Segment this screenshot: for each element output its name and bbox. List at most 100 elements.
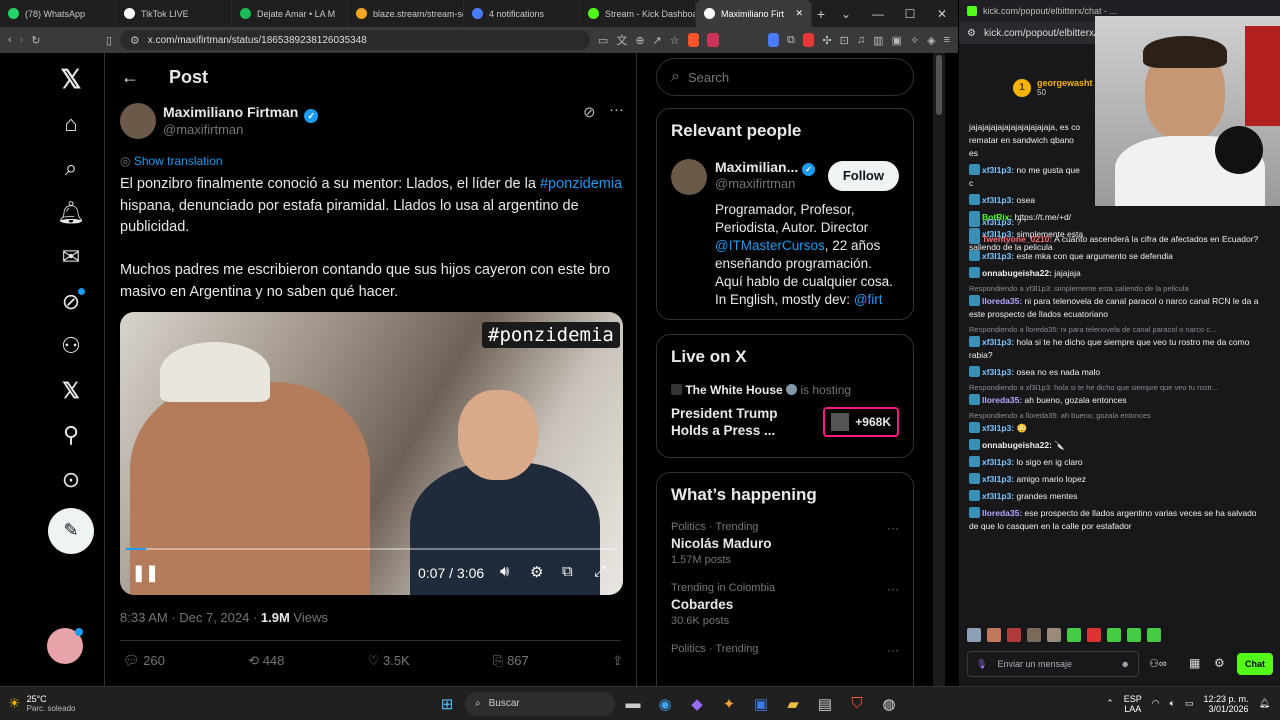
sidebar-icon[interactable]: ▥ [873,34,883,47]
compose-post-button[interactable]: ✎ [48,507,94,554]
speaker-icon[interactable]: 🔈︎ [1170,698,1175,709]
cast-icon[interactable]: ▭ [598,34,608,47]
chat-message[interactable]: Respondiendo a xf3l1p3: simplemente esta… [959,282,1275,323]
chat-username[interactable]: xf3l1p3: [982,367,1014,377]
notepad-icon[interactable]: ▤ [811,690,839,718]
chat-message[interactable]: lloreda35: ese prospecto de llados argen… [959,505,1275,535]
grok-explain-icon[interactable]: ⊘ [583,103,596,121]
live-item[interactable]: President Trump Holds a Press ... +968K [671,405,899,439]
extension-puzzle-icon[interactable]: ⧉ [787,34,795,47]
back-icon[interactable]: ‹ [8,34,12,46]
volume-icon[interactable]: 🔊︎ [500,563,509,580]
x-logo-icon[interactable]: 𝕏 [51,59,91,99]
bookmark-page-icon[interactable]: ▯ [106,34,112,47]
notifications-bell-icon[interactable]: 🔔︎ [1259,698,1270,709]
bio-mention-link-2[interactable]: @firt [854,292,883,307]
person-avatar[interactable] [671,159,707,195]
browser-tab[interactable]: blaze.stream/stream-se [348,0,464,27]
pip-icon[interactable]: ⧉ [562,563,573,580]
chat-message[interactable]: xf3l1p3: osea no es nada malo [959,364,1275,381]
browser-tab[interactable]: Maximiliano Firt ✕ [696,0,812,27]
chat-mic-icon[interactable]: 🎙︎ [976,659,987,670]
clock[interactable]: 12:23 p. m. 3/01/2026 [1204,694,1249,714]
author-avatar[interactable] [120,103,156,139]
chat-username[interactable]: onnabugeisha22: [982,268,1052,278]
chat-username[interactable]: lloreda35: [982,508,1022,518]
author-handle[interactable]: @maxifirtman [163,122,243,137]
person-name[interactable]: Maximilian... ✓ [715,159,820,176]
extension-red-icon[interactable] [802,33,815,47]
chat-username[interactable]: xf3l1p3: [982,251,1014,261]
chat-username[interactable]: lloreda35: [982,395,1022,405]
music-icon[interactable]: ♫ [857,34,865,46]
search-input[interactable]: Search [688,70,729,85]
emoji-picker-icon[interactable]: ☻ [1121,659,1130,669]
communities-icon[interactable]: ⚇ [51,326,91,366]
emote-8[interactable] [1107,628,1121,642]
leo-ai-icon[interactable]: ✧ [910,34,919,47]
browser-tab[interactable]: Dejate Amar • LA M [232,0,348,27]
app-icon-1[interactable]: ◆ [683,690,711,718]
bio-mention-link[interactable]: @ITMasterCursos [715,238,825,253]
chat-username[interactable]: xf3l1p3: [982,165,1014,175]
vpn-icon[interactable]: ◈ [927,34,935,47]
extension-translate-icon[interactable] [767,33,780,47]
task-view-icon[interactable]: ▬ [619,690,647,718]
emote-2[interactable] [987,628,1001,642]
notifications-bell-icon[interactable]: 🔔︎ [51,193,91,233]
follow-button[interactable]: Follow [827,161,899,191]
home-icon[interactable]: ⌂ [51,104,91,144]
browser-tab[interactable]: TikTok LIVE [116,0,232,27]
chat-message[interactable]: Respondiendo a lloreda35: ni para teleno… [959,323,1275,364]
chat-message[interactable]: jajajajajajajajajajajajaja, es co remata… [959,119,1095,162]
chat-site-info-icon[interactable]: ⚙ [967,28,976,39]
video-progress-track[interactable] [126,548,617,550]
file-explorer-icon[interactable]: ▰ [779,690,807,718]
emote-10[interactable] [1147,628,1161,642]
emote-9[interactable] [1127,628,1141,642]
app-icon-2[interactable]: ✦ [715,690,743,718]
emote-1[interactable] [967,628,981,642]
show-translation-link[interactable]: ◎ Show translation [120,154,223,168]
browser-tab[interactable]: (78) WhatsApp [0,0,116,27]
maximize-button[interactable]: ☐ [894,7,926,21]
obs-icon[interactable]: ◍ [875,690,903,718]
url-bar[interactable]: ⚙ x.com/maxifirtman/status/1865389238126… [119,30,590,50]
like-button[interactable]: ♡ 3.5K [368,653,410,669]
profile-person-icon[interactable]: ⚲ [51,415,91,455]
settings-gear-icon[interactable]: ⚙ [530,563,543,581]
chat-username[interactable]: xf3l1p3: [982,195,1014,205]
chat-message[interactable]: Respondiendo a xf3l1p3: hola si te he di… [959,381,1275,409]
trend-item[interactable]: Politics · Trending ··· [671,643,899,657]
wallet-icon[interactable]: ▣ [891,34,901,47]
explore-search-icon[interactable]: ⌕ [51,148,91,188]
chat-message[interactable]: Twentyone_0210: A cuánto ascenderá la ci… [959,231,1275,248]
chat-message[interactable]: Respondiendo a lloreda35: ah bueno, goza… [959,409,1275,437]
new-tab-button[interactable]: + [812,6,830,22]
chat-input[interactable]: 🎙︎ Enviar un mensaje ☻ [967,651,1139,677]
screenshot-icon[interactable]: ⊡ [840,34,849,47]
windows-start-icon[interactable]: ⊞ [433,690,461,718]
brave-rewards-icon[interactable] [707,33,719,47]
account-avatar[interactable] [47,628,83,664]
chat-username[interactable]: xf3l1p3: [982,217,1014,227]
search-box[interactable]: ⌕ Search [656,58,914,96]
chat-message[interactable]: xf3l1p3: este mka con que argumento se d… [959,248,1275,265]
chat-username[interactable]: xf3l1p3: [982,474,1014,484]
translate-icon[interactable]: 文 [616,32,627,48]
chat-message[interactable]: xf3l1p3: lo sigo en ig claro [959,454,1275,471]
tray-chevron-icon[interactable]: ⌃ [1106,698,1114,709]
premium-x-icon[interactable]: 𝕏 [51,371,91,411]
edge-icon[interactable]: ◉ [651,690,679,718]
bookmark-button[interactable]: ⎘ 867 [493,653,529,669]
chat-message[interactable]: xf3l1p3: no me gusta que c [959,162,1095,192]
brave-taskbar-icon[interactable]: ⛉ [843,690,871,718]
more-options-icon[interactable]: ··· [609,101,624,118]
post-timestamp[interactable]: 8:33 AM · Dec 7, 2024 · [120,610,261,625]
video-player[interactable]: #ponzidemia ❚❚ 0:07 / 3:06 🔊︎ ⚙ ⧉ ⤢ [120,312,623,595]
chat-username[interactable]: lloreda35: [982,296,1022,306]
window-dropdown-icon[interactable]: ⌄ [830,7,862,21]
chat-username[interactable]: onnabugeisha22: [982,440,1052,450]
chat-message[interactable]: onnabugeisha22: 🔪 [959,437,1275,454]
brave-shield-icon[interactable] [687,33,700,47]
